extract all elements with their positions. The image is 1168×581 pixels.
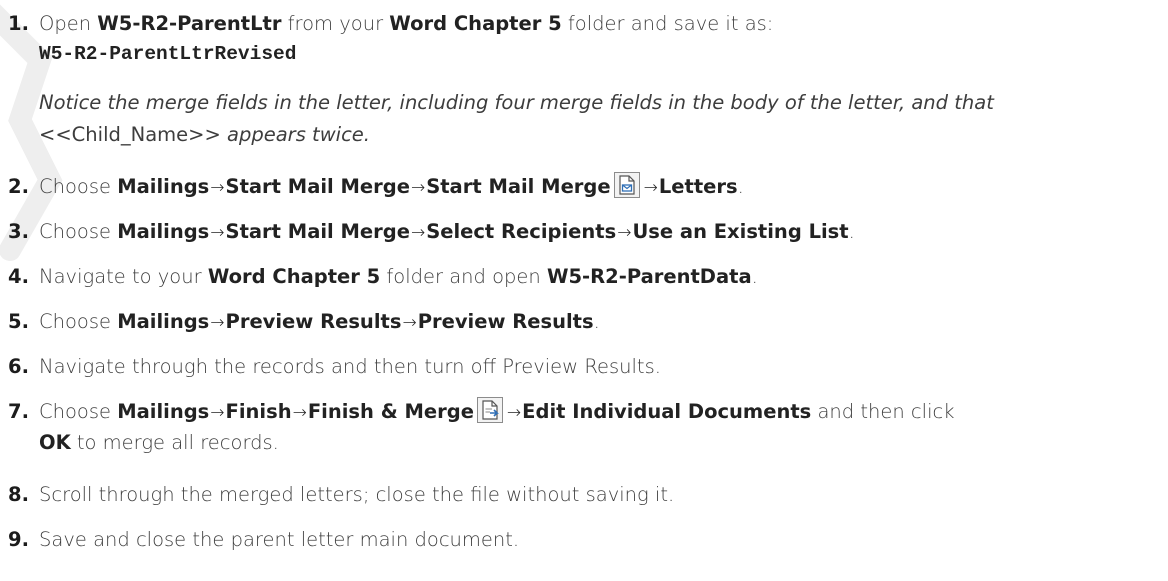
arrow-icon: →: [210, 403, 225, 423]
folder-name: Word Chapter 5: [389, 12, 562, 35]
step-text: folder and open: [380, 265, 547, 288]
finish-merge-icon: [476, 397, 503, 423]
step-7-line-2: OK to merge all records.: [39, 428, 279, 458]
ribbon-command: Preview Results: [417, 310, 594, 333]
ribbon-tab: Mailings: [117, 310, 210, 333]
step-text: Save and close the parent letter main do…: [39, 528, 520, 551]
step-text: and then click: [811, 400, 955, 423]
arrow-icon: →: [210, 178, 225, 198]
menu-option: Use an Existing List: [632, 220, 849, 243]
note-text: appears twice.: [220, 123, 370, 146]
step-6: 6. Navigate through the records and then …: [8, 352, 661, 382]
step-8: 8. Scroll through the merged letters; clo…: [8, 480, 674, 510]
ribbon-group: Start Mail Merge: [225, 175, 410, 198]
step-number: 1.: [8, 12, 29, 35]
ribbon-tab: Mailings: [117, 175, 210, 198]
note-text: Notice the merge fields in the letter, i…: [39, 91, 994, 114]
folder-name: Word Chapter 5: [207, 265, 381, 288]
arrow-icon: →: [643, 178, 658, 198]
start-mail-merge-icon: [613, 172, 640, 198]
step-number: 3.: [8, 220, 29, 243]
ribbon-group: Start Mail Merge: [225, 220, 410, 243]
step-9: 9. Save and close the parent letter main …: [8, 525, 519, 555]
save-as-filename: W5-R2-ParentLtrRevised: [39, 43, 297, 65]
step-7: 7. Choose Mailings→Finish→Finish & Merge →…: [8, 397, 955, 428]
step-text: from your: [281, 12, 390, 35]
ribbon-command: Start Mail Merge: [426, 175, 611, 198]
menu-option: Letters: [658, 175, 738, 198]
step-1-code-line: W5-R2-ParentLtrRevised: [39, 38, 296, 69]
step-5: 5. Choose Mailings→Preview Results→Previe…: [8, 307, 600, 338]
step-1: 1. Open W5-R2-ParentLtr from your Word Ch…: [8, 9, 773, 39]
step-text: Navigate through the records and then tu…: [39, 355, 661, 378]
step-number: 5.: [8, 310, 29, 333]
file-name: W5-R2-ParentData: [546, 265, 752, 288]
step-text: Choose: [39, 220, 118, 243]
ribbon-command: Select Recipients: [426, 220, 617, 243]
step-4: 4. Navigate to your Word Chapter 5 folder…: [8, 262, 758, 292]
step-number: 6.: [8, 355, 29, 378]
ribbon-group: Preview Results: [225, 310, 402, 333]
step-text: Choose: [39, 310, 118, 333]
ribbon-tab: Mailings: [117, 400, 210, 423]
step-number: 9.: [8, 528, 29, 551]
step-text: Scroll through the merged letters; close…: [39, 483, 675, 506]
arrow-icon: →: [410, 223, 426, 243]
step-2: 2. Choose Mailings→Start Mail Merge→Start…: [8, 172, 744, 203]
step-1-note-line-1: Notice the merge fields in the letter, i…: [39, 86, 994, 120]
arrow-icon: →: [210, 223, 225, 243]
ribbon-command: Finish & Merge: [307, 400, 474, 423]
step-text: folder and save it as:: [561, 12, 774, 35]
step-text: .: [737, 175, 744, 198]
step-3: 3. Choose Mailings→Start Mail Merge→Selec…: [8, 217, 855, 248]
ribbon-group: Finish: [225, 400, 292, 423]
step-number: 2.: [8, 175, 29, 198]
step-text: .: [848, 220, 855, 243]
arrow-icon: →: [617, 223, 632, 243]
step-text: Navigate to your: [39, 265, 208, 288]
step-text: .: [593, 310, 600, 333]
file-name: W5-R2-ParentLtr: [97, 12, 282, 35]
ok-label: OK: [39, 431, 71, 454]
arrow-icon: →: [210, 313, 225, 333]
step-number: 7.: [8, 400, 29, 423]
step-text: .: [751, 265, 758, 288]
arrow-icon: →: [410, 178, 426, 198]
step-text: Open: [39, 12, 98, 35]
merge-field: <<Child_Name>>: [39, 123, 221, 146]
arrow-icon: →: [402, 313, 417, 333]
arrow-icon: →: [292, 403, 307, 423]
step-number: 4.: [8, 265, 29, 288]
step-1-note-line-2: <<Child_Name>> appears twice.: [39, 118, 370, 152]
step-text: to merge all records.: [70, 431, 279, 454]
arrow-icon: →: [506, 403, 522, 423]
step-text: Choose: [39, 400, 118, 423]
ribbon-tab: Mailings: [117, 220, 210, 243]
step-number: 8.: [8, 483, 29, 506]
menu-option: Edit Individual Documents: [522, 400, 812, 423]
step-text: Choose: [39, 175, 118, 198]
